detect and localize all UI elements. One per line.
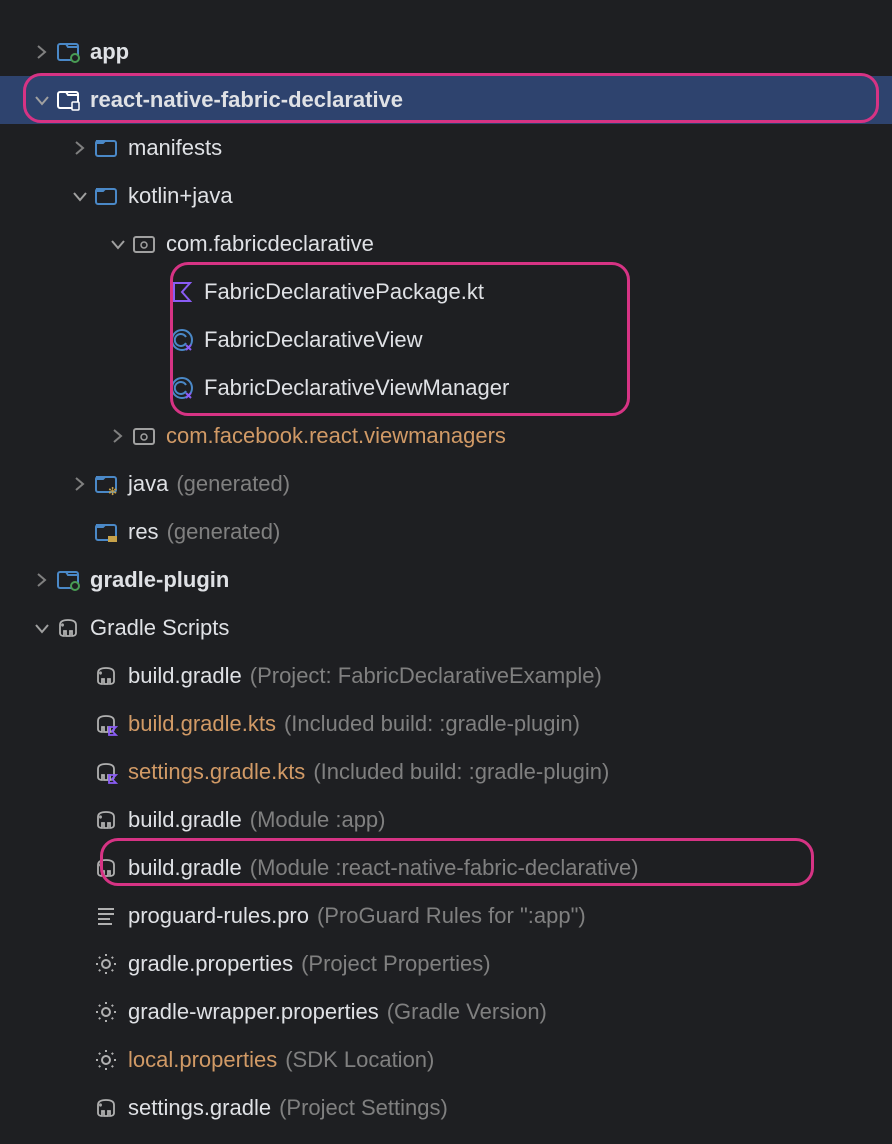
tree-hint: (generated): [167, 519, 281, 545]
tree-label: gradle-wrapper.properties: [128, 999, 379, 1025]
chevron-down-icon[interactable]: [104, 230, 132, 258]
kotlin-file-icon: [170, 280, 194, 304]
tree-item-build-gradle-kts[interactable]: build.gradle.kts (Included build: :gradl…: [0, 700, 892, 748]
tree-label: build.gradle.kts: [128, 711, 276, 737]
tree-label: FabricDeclarativeViewManager: [204, 375, 509, 401]
tree-label: app: [90, 39, 129, 65]
module-icon: [56, 88, 80, 112]
kotlin-class-icon: [170, 376, 194, 400]
tree-item-com-fabricdeclarative[interactable]: com.fabricdeclarative: [0, 220, 892, 268]
tree-label: kotlin+java: [128, 183, 233, 209]
tree-label: react-native-fabric-declarative: [90, 87, 403, 113]
module-icon: [56, 568, 80, 592]
chevron-down-icon[interactable]: [28, 614, 56, 642]
tree-hint: (Project Settings): [279, 1095, 448, 1121]
tree-hint: (Gradle Version): [387, 999, 547, 1025]
tree-label: Gradle Scripts: [90, 615, 229, 641]
tree-item-gradle-wrapper-properties[interactable]: gradle-wrapper.properties (Gradle Versio…: [0, 988, 892, 1036]
tree-item-local-properties[interactable]: local.properties (SDK Location): [0, 1036, 892, 1084]
tree-hint: (Included build: :gradle-plugin): [284, 711, 580, 737]
chevron-right-icon[interactable]: [66, 470, 94, 498]
tree-label: gradle.properties: [128, 951, 293, 977]
tree-hint: (Module :app): [250, 807, 386, 833]
tree-label: gradle-plugin: [90, 567, 229, 593]
tree-item-build-gradle-app[interactable]: build.gradle (Module :app): [0, 796, 892, 844]
res-folder-icon: [94, 520, 118, 544]
folder-icon: [94, 184, 118, 208]
chevron-right-icon[interactable]: [66, 134, 94, 162]
kotlin-class-icon: [170, 328, 194, 352]
gradle-icon: [94, 808, 118, 832]
tree-item-fabric-declarative-package[interactable]: FabricDeclarativePackage.kt: [0, 268, 892, 316]
gradle-icon: [94, 856, 118, 880]
tree-label: local.properties: [128, 1047, 277, 1073]
tree-hint: (Project: FabricDeclarativeExample): [250, 663, 602, 689]
chevron-down-icon[interactable]: [66, 182, 94, 210]
gear-icon: [94, 952, 118, 976]
gear-icon: [94, 1000, 118, 1024]
gradle-icon: [94, 1096, 118, 1120]
chevron-right-icon[interactable]: [28, 38, 56, 66]
tree-item-app[interactable]: app: [0, 28, 892, 76]
tree-hint: (SDK Location): [285, 1047, 434, 1073]
tree-item-gradle-properties[interactable]: gradle.properties (Project Properties): [0, 940, 892, 988]
tree-item-settings-gradle[interactable]: settings.gradle (Project Settings): [0, 1084, 892, 1132]
tree-label: settings.gradle: [128, 1095, 271, 1121]
tree-item-proguard-rules[interactable]: proguard-rules.pro (ProGuard Rules for "…: [0, 892, 892, 940]
tree-label: proguard-rules.pro: [128, 903, 309, 929]
generated-folder-icon: [94, 472, 118, 496]
tree-hint: (ProGuard Rules for ":app"): [317, 903, 586, 929]
tree-item-settings-gradle-kts[interactable]: settings.gradle.kts (Included build: :gr…: [0, 748, 892, 796]
chevron-right-icon[interactable]: [104, 422, 132, 450]
tree-item-build-gradle-rnfd[interactable]: build.gradle (Module :react-native-fabri…: [0, 844, 892, 892]
tree-item-build-gradle-project[interactable]: build.gradle (Project: FabricDeclarative…: [0, 652, 892, 700]
gradle-icon: [56, 616, 80, 640]
gradle-kotlin-icon: [94, 712, 118, 736]
tree-label: FabricDeclarativeView: [204, 327, 422, 353]
tree-item-res-generated[interactable]: res (generated): [0, 508, 892, 556]
text-file-icon: [94, 904, 118, 928]
tree-label: build.gradle: [128, 807, 242, 833]
tree-label: com.fabricdeclarative: [166, 231, 374, 257]
tree-hint: (Project Properties): [301, 951, 491, 977]
tree-label: FabricDeclarativePackage.kt: [204, 279, 484, 305]
gradle-kotlin-icon: [94, 760, 118, 784]
tree-label: build.gradle: [128, 663, 242, 689]
tree-item-gradle-scripts[interactable]: Gradle Scripts: [0, 604, 892, 652]
tree-label: res: [128, 519, 159, 545]
chevron-right-icon[interactable]: [28, 566, 56, 594]
module-icon: [56, 40, 80, 64]
tree-hint: (generated): [176, 471, 290, 497]
package-icon: [132, 424, 156, 448]
tree-item-react-native-fabric-declarative[interactable]: react-native-fabric-declarative: [0, 76, 892, 124]
gear-icon: [94, 1048, 118, 1072]
folder-icon: [94, 136, 118, 160]
tree-hint: (Module :react-native-fabric-declarative…: [250, 855, 639, 881]
tree-label: settings.gradle.kts: [128, 759, 305, 785]
tree-item-manifests[interactable]: manifests: [0, 124, 892, 172]
package-icon: [132, 232, 156, 256]
tree-label: java: [128, 471, 168, 497]
chevron-down-icon[interactable]: [28, 86, 56, 114]
tree-label: com.facebook.react.viewmanagers: [166, 423, 506, 449]
tree-item-kotlin-java[interactable]: kotlin+java: [0, 172, 892, 220]
tree-item-com-facebook-react-viewmanagers[interactable]: com.facebook.react.viewmanagers: [0, 412, 892, 460]
project-tree: app react-native-fabric-declarative mani…: [0, 28, 892, 1132]
tree-item-gradle-plugin[interactable]: gradle-plugin: [0, 556, 892, 604]
tree-item-fabric-declarative-view-manager[interactable]: FabricDeclarativeViewManager: [0, 364, 892, 412]
tree-label: build.gradle: [128, 855, 242, 881]
tree-hint: (Included build: :gradle-plugin): [313, 759, 609, 785]
tree-item-java-generated[interactable]: java (generated): [0, 460, 892, 508]
gradle-icon: [94, 664, 118, 688]
tree-label: manifests: [128, 135, 222, 161]
tree-item-fabric-declarative-view[interactable]: FabricDeclarativeView: [0, 316, 892, 364]
